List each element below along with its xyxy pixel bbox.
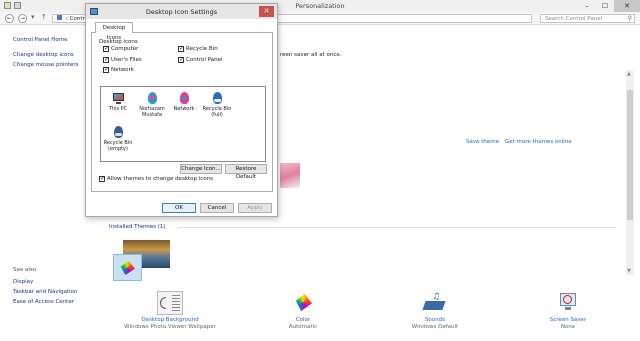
- allow-themes-checkbox[interactable]: Allow themes to change desktop icons: [99, 175, 214, 182]
- recycle-bin-checkbox[interactable]: Recycle Bin: [178, 45, 218, 52]
- sounds-value: Windows Default: [411, 324, 459, 330]
- display-link[interactable]: Display: [13, 279, 33, 285]
- search-input[interactable]: Search Control Panel ⚲: [540, 14, 635, 23]
- sounds-item[interactable]: ♫ Sounds Windows Default: [375, 291, 495, 330]
- change-desktop-icons-link[interactable]: Change desktop icons: [13, 52, 74, 58]
- scroll-up-icon[interactable]: ▲: [627, 71, 631, 77]
- icon-recycle-bin-empty[interactable]: Recycle Bin (empty): [101, 126, 135, 152]
- icon-this-pc[interactable]: This PC: [101, 92, 135, 113]
- wallpaper-icon: [157, 291, 183, 315]
- recent-dropdown-icon[interactable]: ▾: [31, 13, 35, 21]
- network-checkbox-label: Network: [111, 67, 134, 73]
- icon-user-files[interactable]: Norhazam Mustafa: [135, 92, 169, 118]
- network-label: Network: [173, 106, 195, 112]
- recycle-bin-full-label: Recycle Bin (full): [202, 106, 232, 118]
- see-also-label: See also: [13, 267, 37, 273]
- control-panel-checkbox[interactable]: Control Panel: [178, 56, 223, 63]
- back-button[interactable]: ←: [5, 14, 14, 23]
- allow-themes-label: Allow themes to change desktop icons: [107, 176, 214, 182]
- scroll-thumb[interactable]: [627, 90, 633, 220]
- checkbox-checked-icon[interactable]: [103, 45, 109, 52]
- close-button[interactable]: ✕: [614, 0, 640, 12]
- desktop-icon-settings-dialog: Desktop Icon Settings ✕ Desktop Icons De…: [85, 3, 278, 217]
- control-panel-checkbox-label: Control Panel: [186, 57, 223, 63]
- theme-hint-text: reen saver all at once.: [280, 52, 342, 58]
- apply-button[interactable]: Apply: [238, 203, 272, 213]
- this-pc-icon: [112, 92, 125, 105]
- screen-saver-value: None: [560, 324, 576, 330]
- sounds-icon: ♫: [422, 291, 448, 315]
- icon-network[interactable]: Network: [167, 92, 201, 113]
- change-mouse-pointers-link[interactable]: Change mouse pointers: [13, 62, 79, 68]
- network-checkbox[interactable]: Network: [103, 66, 134, 73]
- search-icon[interactable]: ⚲: [628, 15, 632, 23]
- scroll-down-icon[interactable]: ▼: [627, 268, 631, 274]
- sounds-label[interactable]: Sounds: [375, 317, 495, 323]
- recycle-bin-empty-icon: [112, 126, 125, 139]
- recycle-bin-empty-label: Recycle Bin (empty): [103, 140, 133, 152]
- user-files-label: Norhazam Mustafa: [139, 106, 165, 118]
- user-files-checkbox-label: User's Files: [111, 57, 142, 63]
- desktop-background-label[interactable]: Desktop Background: [110, 317, 230, 323]
- desktop-icons-list[interactable]: This PC Norhazam Mustafa Network Recycle…: [100, 86, 266, 162]
- computer-checkbox[interactable]: Computer: [103, 45, 139, 52]
- dialog-title: Desktop Icon Settings: [145, 8, 218, 16]
- search-placeholder: Search Control Panel: [545, 16, 603, 22]
- window-controls: – ☐ ✕: [578, 0, 640, 12]
- taskbar-navigation-link[interactable]: Taskbar and Navigation: [13, 289, 78, 295]
- up-button[interactable]: ↑: [41, 13, 47, 21]
- minimize-button[interactable]: –: [578, 0, 596, 12]
- installed-themes-header: Installed Themes (1): [109, 224, 166, 230]
- ease-of-access-link[interactable]: Ease of Access Center: [13, 299, 74, 305]
- color-label[interactable]: Color: [243, 317, 363, 323]
- screen-saver-item[interactable]: Screen Saver None: [508, 291, 628, 330]
- checkbox-checked-icon[interactable]: [99, 175, 105, 182]
- control-panel-icon: [57, 15, 62, 20]
- maximize-button[interactable]: ☐: [596, 0, 614, 12]
- recycle-bin-checkbox-label: Recycle Bin: [186, 46, 218, 52]
- dialog-titlebar: Desktop Icon Settings ✕: [86, 4, 277, 19]
- user-files-checkbox[interactable]: User's Files: [103, 56, 142, 63]
- screen-saver-label[interactable]: Screen Saver: [508, 317, 628, 323]
- dialog-close-button[interactable]: ✕: [259, 6, 274, 17]
- ok-button[interactable]: OK: [162, 203, 196, 213]
- color-item[interactable]: Color Automatic: [243, 291, 363, 330]
- my-themes-thumbnail[interactable]: [280, 163, 300, 188]
- color-icon: [290, 291, 316, 315]
- user-files-icon: [146, 92, 159, 105]
- checkbox-checked-icon[interactable]: [103, 66, 109, 73]
- forward-button[interactable]: →: [18, 14, 27, 23]
- desktop-background-value: Windows Photo Viewer Wallpaper: [124, 324, 216, 330]
- restore-default-button[interactable]: Restore Default: [225, 164, 267, 180]
- change-icon-button[interactable]: Change Icon...: [180, 164, 222, 174]
- tab-desktop-icons[interactable]: Desktop Icons: [95, 22, 133, 41]
- this-pc-label: This PC: [108, 106, 128, 112]
- installed-theme-selected[interactable]: [113, 254, 142, 281]
- cancel-button[interactable]: Cancel: [200, 203, 234, 213]
- get-more-themes-link[interactable]: Get more themes online: [505, 139, 572, 145]
- desktop-background-item[interactable]: Desktop Background Windows Photo Viewer …: [110, 291, 230, 330]
- color-value: Automatic: [288, 324, 318, 330]
- computer-checkbox-label: Computer: [111, 46, 139, 52]
- breadcrumb-separator-icon: ›: [65, 16, 68, 22]
- checkbox-checked-icon[interactable]: [178, 45, 184, 52]
- checkbox-checked-icon[interactable]: [103, 56, 109, 63]
- section-divider: [178, 227, 616, 228]
- icon-recycle-bin-full[interactable]: Recycle Bin (full): [200, 92, 234, 118]
- network-icon: [178, 92, 191, 105]
- screen-saver-icon: [555, 291, 581, 315]
- color-swirl-icon: [120, 261, 135, 275]
- recycle-bin-full-icon: [211, 92, 224, 105]
- control-panel-home-link[interactable]: Control Panel Home: [13, 37, 67, 43]
- save-theme-link[interactable]: Save theme: [466, 139, 499, 145]
- checkbox-checked-icon[interactable]: [178, 56, 184, 63]
